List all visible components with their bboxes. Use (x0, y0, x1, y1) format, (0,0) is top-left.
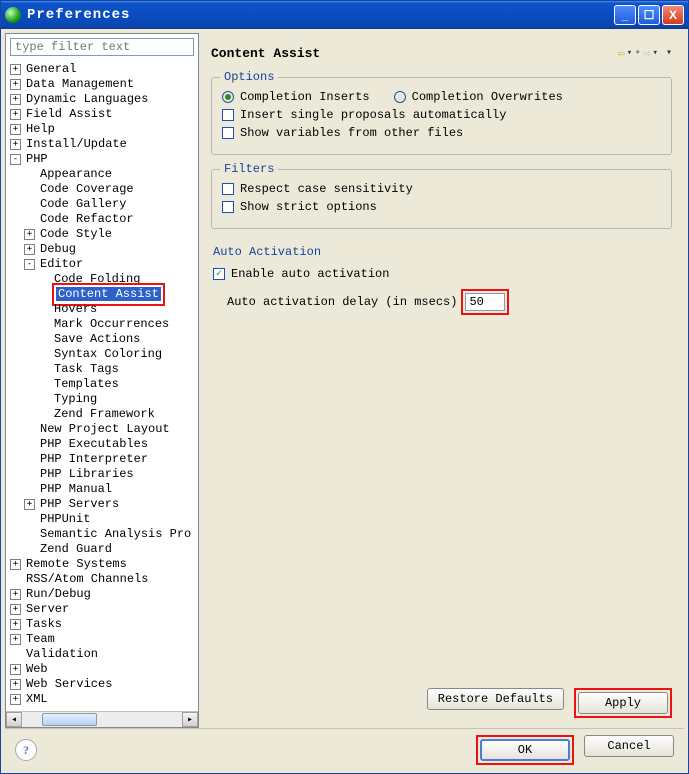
tree-item-php[interactable]: -PHP (10, 152, 196, 167)
tree-item-help[interactable]: +Help (10, 122, 196, 137)
minimize-button[interactable]: _ (614, 5, 636, 25)
window-controls: _ ☐ X (614, 5, 684, 25)
insert-single-checkbox[interactable] (222, 109, 234, 121)
view-menu-icon[interactable]: ▾ (666, 47, 672, 59)
apply-button[interactable]: Apply (578, 692, 668, 714)
tree-item-dynamic-languages[interactable]: +Dynamic Languages (10, 92, 196, 107)
insert-single-label: Insert single proposals automatically (240, 108, 506, 122)
tree-item-general[interactable]: +General (10, 62, 196, 77)
client-area: +General +Data Management +Dynamic Langu… (1, 29, 688, 773)
tree-item-debug[interactable]: +Debug (10, 242, 196, 257)
completion-overwrites-label: Completion Overwrites (412, 90, 563, 104)
tree-item-typing[interactable]: Typing (10, 392, 196, 407)
tree-item-server[interactable]: +Server (10, 602, 196, 617)
tree-item-run-debug[interactable]: +Run/Debug (10, 587, 196, 602)
scroll-left-icon[interactable]: ◂ (6, 712, 22, 727)
tree-item-xml[interactable]: +XML (10, 692, 196, 707)
tree-horizontal-scrollbar[interactable]: ◂ ▸ (6, 711, 198, 727)
tree-item-data-management[interactable]: +Data Management (10, 77, 196, 92)
filters-legend: Filters (220, 162, 278, 176)
filters-group: Filters Respect case sensitivity Show st… (211, 169, 672, 229)
tree-item-rss-atom[interactable]: RSS/Atom Channels (10, 572, 196, 587)
tree-item-syntax-coloring[interactable]: Syntax Coloring (10, 347, 196, 362)
show-variables-checkbox[interactable] (222, 127, 234, 139)
respect-case-label: Respect case sensitivity (240, 182, 413, 196)
delay-input[interactable] (465, 293, 505, 311)
tree-item-php-manual[interactable]: PHP Manual (10, 482, 196, 497)
tree-item-zend-framework[interactable]: Zend Framework (10, 407, 196, 422)
titlebar: Preferences _ ☐ X (1, 1, 688, 29)
tree-item-semantic-analysis[interactable]: Semantic Analysis Pro (10, 527, 196, 542)
maximize-button[interactable]: ☐ (638, 5, 660, 25)
cancel-button[interactable]: Cancel (584, 735, 674, 757)
tree-item-tasks[interactable]: +Tasks (10, 617, 196, 632)
scroll-track[interactable] (22, 712, 182, 727)
enable-auto-activation-checkbox[interactable] (213, 268, 225, 280)
help-icon[interactable]: ? (15, 739, 37, 761)
tree-item-field-assist[interactable]: +Field Assist (10, 107, 196, 122)
main-area: +General +Data Management +Dynamic Langu… (5, 33, 684, 728)
tree-item-web[interactable]: +Web (10, 662, 196, 677)
filter-input[interactable] (10, 38, 194, 56)
content-button-bar: Restore Defaults Apply (211, 682, 672, 722)
scroll-thumb[interactable] (42, 713, 97, 726)
tree-item-code-gallery[interactable]: Code Gallery (10, 197, 196, 212)
tree-item-appearance[interactable]: Appearance (10, 167, 196, 182)
tree-item-phpunit[interactable]: PHPUnit (10, 512, 196, 527)
window-title: Preferences (27, 7, 614, 23)
respect-case-checkbox[interactable] (222, 183, 234, 195)
ok-button[interactable]: OK (480, 739, 570, 761)
tree-item-php-servers[interactable]: +PHP Servers (10, 497, 196, 512)
tree-item-save-actions[interactable]: Save Actions (10, 332, 196, 347)
dialog-footer: ? OK Cancel (5, 728, 684, 769)
enable-auto-activation-label: Enable auto activation (231, 267, 389, 281)
show-variables-label: Show variables from other files (240, 126, 463, 140)
tree-item-content-assist[interactable]: Content Assist (10, 287, 196, 302)
nav-arrows: ⇦ ▾ • ⇨ ▾ ▾ (617, 46, 672, 61)
completion-inserts-radio[interactable] (222, 91, 234, 103)
forward-dropdown-icon[interactable]: ▾ (653, 48, 658, 58)
sidebar: +General +Data Management +Dynamic Langu… (5, 33, 199, 728)
tree-item-team[interactable]: +Team (10, 632, 196, 647)
tree-item-remote-systems[interactable]: +Remote Systems (10, 557, 196, 572)
app-icon (5, 7, 21, 23)
content-pane: Content Assist ⇦ ▾ • ⇨ ▾ ▾ Options Compl… (199, 33, 684, 728)
back-icon[interactable]: ⇦ (617, 46, 624, 61)
tree-item-editor[interactable]: -Editor (10, 257, 196, 272)
options-group: Options Completion Inserts Completion Ov… (211, 77, 672, 155)
tree-item-web-services[interactable]: +Web Services (10, 677, 196, 692)
tree-item-php-libraries[interactable]: PHP Libraries (10, 467, 196, 482)
tree-item-task-tags[interactable]: Task Tags (10, 362, 196, 377)
tree-item-new-project-layout[interactable]: New Project Layout (10, 422, 196, 437)
back-dropdown-icon[interactable]: ▾ (627, 48, 632, 58)
tree-item-php-interpreter[interactable]: PHP Interpreter (10, 452, 196, 467)
tree-item-code-coverage[interactable]: Code Coverage (10, 182, 196, 197)
content-header: Content Assist ⇦ ▾ • ⇨ ▾ ▾ (211, 39, 672, 67)
options-legend: Options (220, 70, 278, 84)
page-title: Content Assist (211, 46, 617, 61)
forward-icon: ⇨ (643, 46, 650, 61)
tree-item-code-style[interactable]: +Code Style (10, 227, 196, 242)
tree-item-mark-occurrences[interactable]: Mark Occurrences (10, 317, 196, 332)
delay-label: Auto activation delay (in msecs) (227, 295, 457, 309)
scroll-right-icon[interactable]: ▸ (182, 712, 198, 727)
preferences-tree[interactable]: +General +Data Management +Dynamic Langu… (6, 60, 198, 711)
tree-item-templates[interactable]: Templates (10, 377, 196, 392)
close-button[interactable]: X (662, 5, 684, 25)
completion-inserts-label: Completion Inserts (240, 90, 370, 104)
tree-item-code-refactor[interactable]: Code Refactor (10, 212, 196, 227)
restore-defaults-button[interactable]: Restore Defaults (427, 688, 564, 710)
tree-item-php-executables[interactable]: PHP Executables (10, 437, 196, 452)
tree-item-zend-guard[interactable]: Zend Guard (10, 542, 196, 557)
tree-item-validation[interactable]: Validation (10, 647, 196, 662)
preferences-window: Preferences _ ☐ X +General +Data Managem… (0, 0, 689, 774)
strict-label: Show strict options (240, 200, 377, 214)
strict-checkbox[interactable] (222, 201, 234, 213)
completion-overwrites-radio[interactable] (394, 91, 406, 103)
auto-activation-legend: Auto Activation (213, 245, 672, 259)
tree-item-install-update[interactable]: +Install/Update (10, 137, 196, 152)
